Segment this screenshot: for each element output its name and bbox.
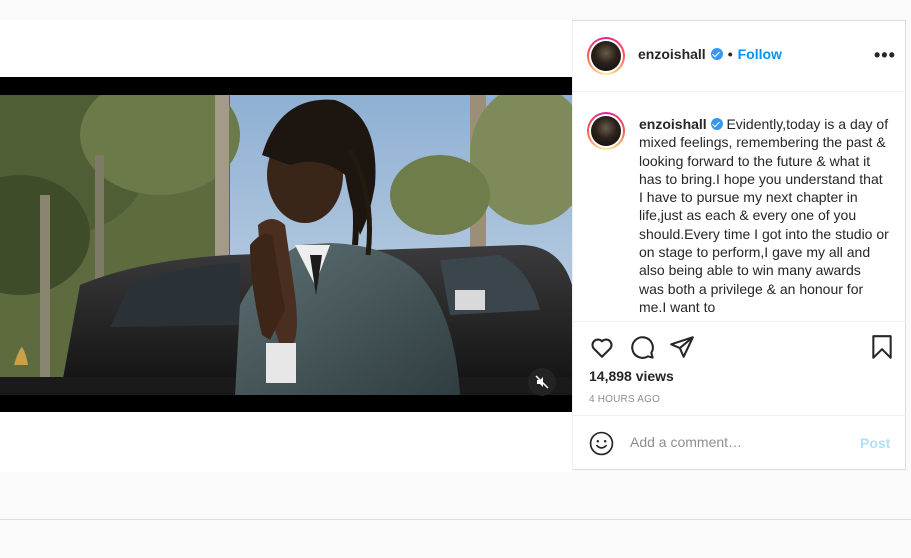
comment-icon[interactable] [629, 334, 655, 360]
post-timestamp[interactable]: 4 HOURS AGO [589, 394, 660, 405]
caption-username[interactable]: enzoishall [639, 116, 707, 132]
actions-section: 14,898 views 4 HOURS AGO [573, 321, 906, 415]
avatar[interactable] [587, 37, 625, 75]
view-count[interactable]: 14,898 views [589, 368, 674, 384]
comment-bar: Post [573, 415, 906, 470]
follow-button[interactable]: Follow [738, 46, 782, 62]
mute-icon [535, 375, 549, 389]
heart-icon[interactable] [589, 334, 615, 360]
comment-input[interactable] [628, 429, 852, 455]
video-player[interactable] [0, 77, 572, 412]
more-icon[interactable]: ••• [874, 45, 896, 66]
caption-area[interactable]: enzoishall Evidently,today is a day of m… [573, 92, 906, 321]
post-comment-button[interactable]: Post [860, 435, 890, 451]
post-media [0, 20, 572, 472]
post-header: enzoishall • Follow ••• [573, 21, 906, 92]
caption: enzoishall Evidently,today is a day of m… [639, 115, 889, 316]
caption-verified-icon [710, 118, 723, 130]
header-user-row: enzoishall • Follow [638, 46, 782, 62]
share-icon[interactable] [669, 334, 695, 360]
header-separator: • [727, 46, 733, 62]
post-card: enzoishall • Follow ••• enzoishall Evide… [0, 20, 906, 472]
caption-avatar[interactable] [587, 112, 625, 150]
bookmark-icon[interactable] [869, 334, 895, 360]
caption-text: Evidently,today is a day of mixed feelin… [639, 116, 889, 315]
video-frame [0, 95, 572, 395]
emoji-icon[interactable] [589, 431, 614, 456]
page-divider [0, 519, 911, 520]
post-sidebar: enzoishall • Follow ••• enzoishall Evide… [572, 21, 906, 470]
verified-icon [710, 48, 723, 60]
header-username[interactable]: enzoishall [638, 46, 706, 62]
mute-button[interactable] [528, 368, 556, 396]
